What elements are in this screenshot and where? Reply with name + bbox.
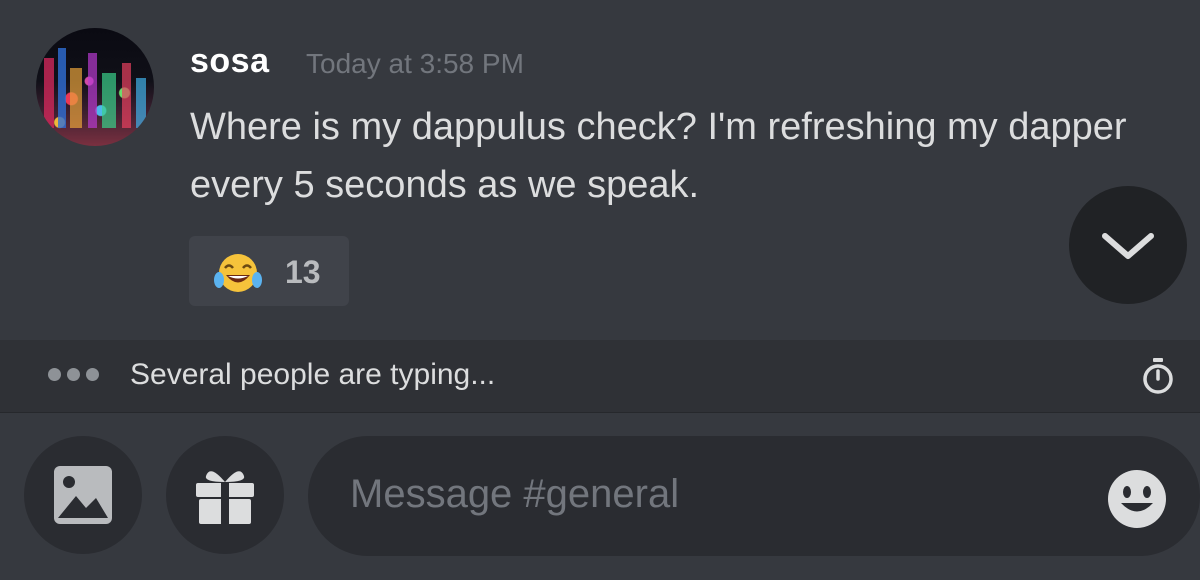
message-input[interactable]: Message #general [308,436,1200,556]
scroll-to-bottom-button[interactable] [1069,186,1187,304]
chevron-down-icon [1102,233,1154,259]
gift-icon [196,471,254,524]
message-text: Where is my dappulus check? I'm refreshi… [190,106,1127,206]
gift-button[interactable] [166,436,284,554]
typing-dots-icon [48,368,99,384]
joy-emoji-icon [214,254,262,292]
stopwatch-icon[interactable] [1140,356,1176,396]
message-area: sosa Today at 3:58 PM Where is my dappul… [0,0,1200,340]
typing-indicator-bar: Several people are typing... [0,340,1200,413]
city-night-avatar-icon [44,48,146,128]
typing-indicator-text: Several people are typing... [130,358,496,391]
upload-image-button[interactable] [24,436,142,554]
username[interactable]: sosa [190,42,270,81]
smile-icon[interactable] [1106,468,1168,530]
message-input-placeholder: Message #general [350,472,680,516]
avatar[interactable] [36,28,154,146]
reaction-count: 13 [285,254,321,290]
message-timestamp: Today at 3:58 PM [306,48,524,79]
image-icon [54,466,112,524]
reaction-button[interactable]: 13 [189,236,349,306]
